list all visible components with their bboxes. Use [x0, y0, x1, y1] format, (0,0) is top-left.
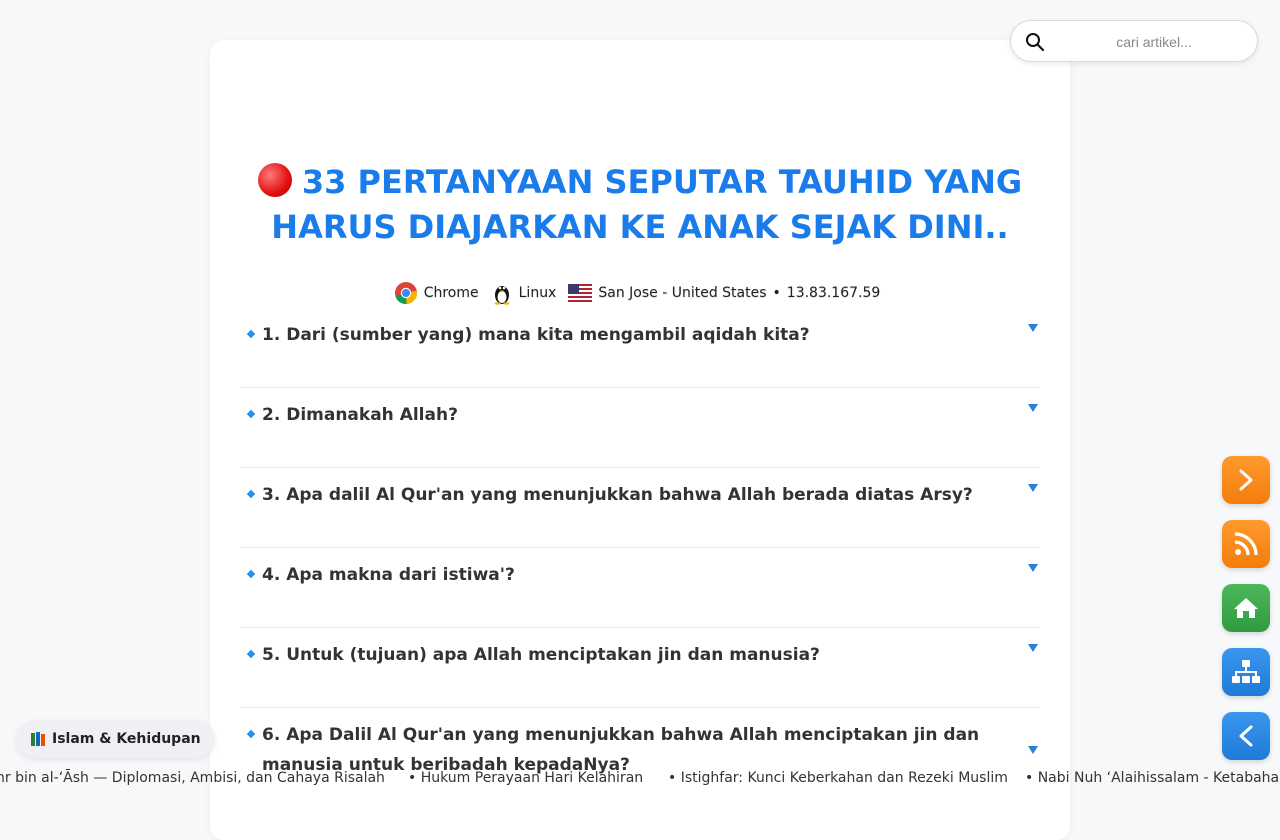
- faq-item[interactable]: 3. Apa dalil Al Qur'an yang menunjukkan …: [240, 468, 1040, 548]
- chrome-icon: [394, 282, 417, 305]
- page-title: 33 PERTANYAAN SEPUTAR TAUHID YANG HARUS …: [240, 160, 1040, 250]
- faq-item[interactable]: 4. Apa makna dari istiwa'?: [240, 548, 1040, 628]
- visitor-info: Chrome Linux San Jose - United States • …: [240, 280, 1040, 306]
- home-button[interactable]: [1222, 584, 1270, 632]
- faq-item[interactable]: 2. Dimanakah Allah?: [240, 388, 1040, 468]
- diamond-icon: [246, 409, 256, 419]
- faq-item[interactable]: 1. Dari (sumber yang) mana kita mengambi…: [240, 308, 1040, 388]
- books-icon: [31, 732, 45, 746]
- faq-item[interactable]: 5. Untuk (tujuan) apa Allah menciptakan …: [240, 628, 1040, 708]
- us-flag-icon: [568, 284, 593, 302]
- chevron-down-icon[interactable]: [1028, 404, 1038, 412]
- diamond-icon: [246, 329, 256, 339]
- os-name: Linux: [518, 285, 557, 301]
- category-label: Islam & Kehidupan: [52, 731, 201, 747]
- ticker-item[interactable]: • Istighfar: Kunci Keberkahan dan Rezeki…: [668, 770, 1008, 786]
- faq-question: 4. Apa makna dari istiwa'?: [262, 565, 515, 585]
- rss-icon: [1234, 532, 1258, 556]
- chevron-down-icon[interactable]: [1028, 746, 1038, 754]
- diamond-icon: [246, 729, 256, 739]
- search-icon: [1026, 33, 1045, 52]
- category-pill[interactable]: Islam & Kehidupan: [16, 720, 215, 758]
- browser-name: Chrome: [423, 285, 479, 301]
- faq-list: 1. Dari (sumber yang) mana kita mengambi…: [240, 308, 1040, 788]
- next-button[interactable]: [1222, 456, 1270, 504]
- ticker-item[interactable]: nr bin al-‘Āsh — Diplomasi, Ambisi, dan …: [0, 770, 385, 786]
- chevron-down-icon[interactable]: [1028, 564, 1038, 572]
- diamond-icon: [246, 649, 256, 659]
- faq-question: 3. Apa dalil Al Qur'an yang menunjukkan …: [262, 485, 973, 505]
- sitemap-icon: [1232, 660, 1260, 683]
- faq-question: 2. Dimanakah Allah?: [262, 405, 458, 425]
- diamond-icon: [246, 489, 256, 499]
- separator: •: [772, 285, 781, 301]
- search-box[interactable]: [1010, 20, 1258, 62]
- ticker-item[interactable]: • Nabi Nuh ‘Alaihissalam - Ketabahan: [1025, 770, 1280, 786]
- linux-tux-icon: [494, 286, 510, 305]
- home-icon: [1234, 598, 1258, 618]
- faq-question: 1. Dari (sumber yang) mana kita mengambi…: [262, 325, 810, 345]
- chevron-down-icon[interactable]: [1028, 644, 1038, 652]
- ip-address: 13.83.167.59: [786, 285, 881, 301]
- location: San Jose - United States: [598, 285, 767, 301]
- news-ticker: nr bin al-‘Āsh — Diplomasi, Ambisi, dan …: [0, 768, 1280, 790]
- chevron-left-icon: [1239, 725, 1253, 747]
- chevron-down-icon[interactable]: [1028, 484, 1038, 492]
- back-button[interactable]: [1222, 712, 1270, 760]
- diamond-icon: [246, 569, 256, 579]
- ticker-item[interactable]: • Hukum Perayaan Hari Kelahiran: [408, 770, 643, 786]
- search-input[interactable]: [1057, 27, 1251, 57]
- faq-question: 5. Untuk (tujuan) apa Allah menciptakan …: [262, 645, 820, 665]
- red-circle-icon: [257, 163, 292, 197]
- chevron-down-icon[interactable]: [1028, 324, 1038, 332]
- chevron-right-icon: [1239, 469, 1253, 491]
- rss-button[interactable]: [1222, 520, 1270, 568]
- sitemap-button[interactable]: [1222, 648, 1270, 696]
